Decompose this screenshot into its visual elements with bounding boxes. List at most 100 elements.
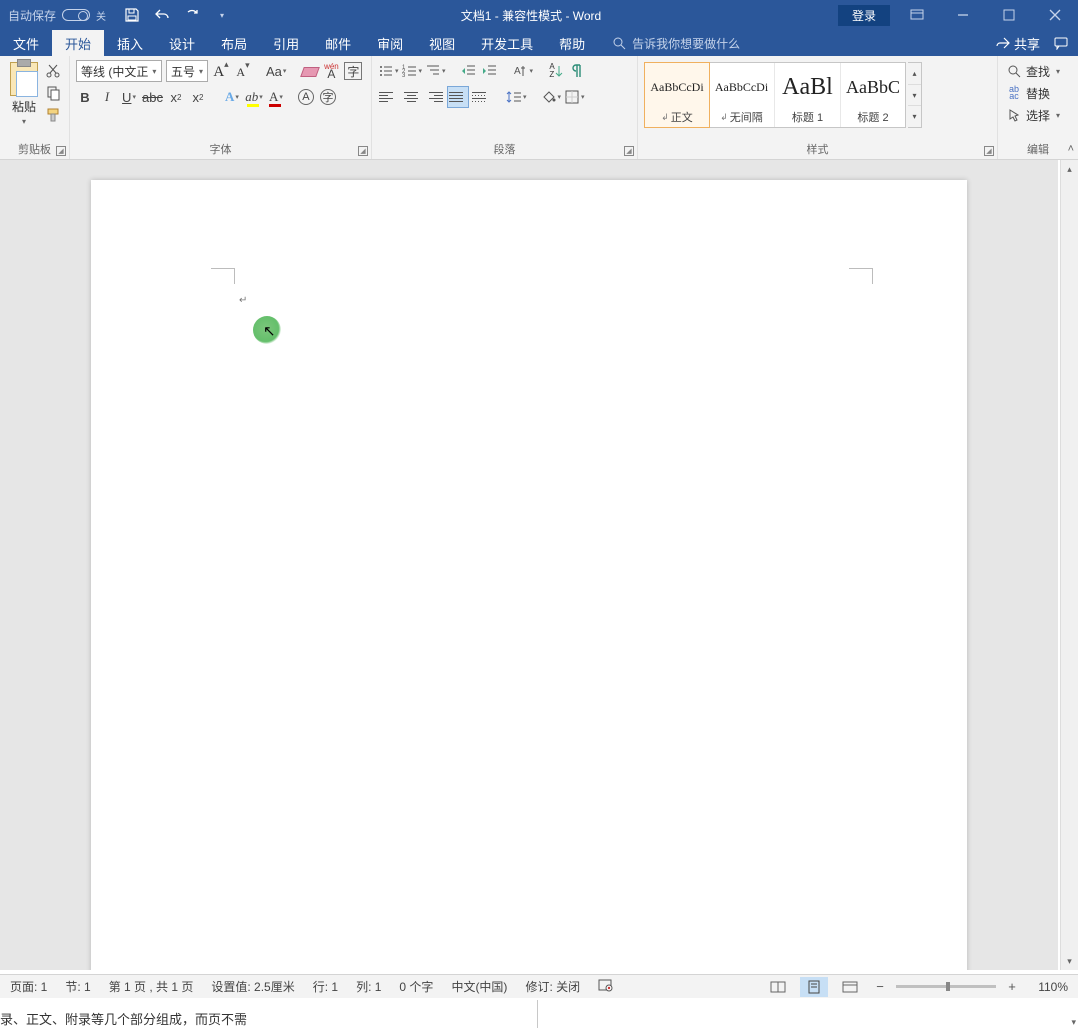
numbering-button[interactable]: 123▾	[402, 60, 423, 82]
status-page-of[interactable]: 第 1 页 , 共 1 页	[109, 978, 194, 995]
show-marks-button[interactable]	[568, 60, 586, 82]
styles-dialog-launcher-icon[interactable]: ◢	[984, 146, 994, 156]
increase-indent-button[interactable]	[481, 60, 499, 82]
share-button[interactable]: 共享	[996, 34, 1040, 53]
styles-gallery[interactable]: AaBbCcDi↲正文AaBbCcDi↲无间隔AaBl标题 1AaBbC标题 2	[644, 62, 906, 128]
close-icon[interactable]	[1032, 0, 1078, 30]
paragraph-dialog-launcher-icon[interactable]: ◢	[624, 146, 634, 156]
text-effects-button[interactable]: A▾	[223, 86, 241, 108]
zoom-in-button[interactable]: +	[1004, 979, 1020, 994]
format-painter-icon[interactable]	[44, 106, 62, 124]
font-dialog-launcher-icon[interactable]: ◢	[358, 146, 368, 156]
select-button[interactable]: 选择▾	[1006, 104, 1070, 126]
collapse-ribbon-icon[interactable]: ˄	[1068, 143, 1074, 155]
align-left-button[interactable]	[378, 86, 398, 108]
align-distribute-button[interactable]	[472, 86, 490, 108]
read-mode-button[interactable]	[764, 977, 792, 997]
zoom-out-button[interactable]: −	[872, 979, 888, 994]
tab-help[interactable]: 帮助	[546, 30, 598, 56]
style-card[interactable]: AaBl标题 1	[775, 63, 841, 127]
chevron-down-icon[interactable]: ▾	[199, 67, 203, 76]
subscript-button[interactable]: x2	[167, 86, 185, 108]
font-name-combo[interactable]: 等线 (中文正▾	[76, 60, 162, 82]
login-button[interactable]: 登录	[838, 5, 890, 26]
tab-layout[interactable]: 布局	[208, 30, 260, 56]
shading-button[interactable]: ▾	[541, 86, 562, 108]
tab-mailings[interactable]: 邮件	[312, 30, 364, 56]
paste-dropdown-icon[interactable]: ▾	[22, 117, 26, 126]
gallery-more-icon[interactable]: ▾	[908, 106, 921, 127]
grow-font-button[interactable]: A▴	[212, 60, 230, 82]
tab-review[interactable]: 审阅	[364, 30, 416, 56]
bullets-button[interactable]: ▾	[378, 60, 399, 82]
asian-layout-button[interactable]: A▾	[513, 60, 534, 82]
status-column[interactable]: 列: 1	[356, 978, 381, 995]
font-size-combo[interactable]: 五号▾	[166, 60, 208, 82]
replace-button[interactable]: abac 替换	[1006, 82, 1070, 104]
superscript-button[interactable]: x2	[189, 86, 207, 108]
highlight-button[interactable]: ab▾	[245, 86, 263, 108]
change-case-button[interactable]: Aa▾	[266, 60, 286, 82]
style-card[interactable]: AaBbCcDi↲正文	[644, 62, 710, 128]
cut-icon[interactable]	[44, 62, 62, 80]
minimize-icon[interactable]	[940, 0, 986, 30]
copy-icon[interactable]	[44, 84, 62, 102]
page[interactable]: ↵ ↖	[91, 180, 967, 970]
save-icon[interactable]	[124, 7, 140, 23]
line-spacing-button[interactable]: ▾	[506, 86, 527, 108]
status-language[interactable]: 中文(中国)	[451, 978, 507, 995]
maximize-icon[interactable]	[986, 0, 1032, 30]
autosave-toggle[interactable]: 自动保存 关	[0, 7, 114, 24]
vertical-scrollbar[interactable]: ▴ ▾	[1060, 160, 1078, 970]
gallery-down-icon[interactable]: ▾	[908, 85, 921, 107]
status-position[interactable]: 设置值: 2.5厘米	[211, 978, 294, 995]
tab-references[interactable]: 引用	[260, 30, 312, 56]
italic-button[interactable]: I	[98, 86, 116, 108]
gallery-up-icon[interactable]: ▴	[908, 63, 921, 85]
status-line[interactable]: 行: 1	[313, 978, 338, 995]
undo-icon[interactable]	[154, 7, 170, 23]
sort-button[interactable]: AZ	[547, 60, 565, 82]
align-justify-button[interactable]	[447, 86, 469, 108]
align-right-button[interactable]	[424, 86, 444, 108]
web-layout-button[interactable]	[836, 977, 864, 997]
zoom-slider[interactable]	[896, 985, 996, 988]
character-border-button[interactable]: 字	[344, 60, 362, 82]
panel-scroll-down-icon[interactable]: ▾	[1071, 1017, 1076, 1028]
bold-button[interactable]: B	[76, 86, 94, 108]
tab-home[interactable]: 开始	[52, 30, 104, 56]
multilevel-list-button[interactable]: ▾	[425, 60, 446, 82]
character-shading-button[interactable]: A	[297, 86, 315, 108]
document-area[interactable]: ↵ ↖	[0, 160, 1058, 970]
underline-button[interactable]: U▾	[120, 86, 138, 108]
panel-divider[interactable]	[537, 1000, 538, 1028]
scroll-down-icon[interactable]: ▾	[1061, 952, 1078, 970]
clear-formatting-button[interactable]	[300, 60, 318, 82]
font-color-button[interactable]: A▾	[267, 86, 285, 108]
style-card[interactable]: AaBbC标题 2	[841, 63, 905, 127]
paste-button[interactable]: 粘贴 ▾	[6, 60, 42, 126]
status-page[interactable]: 页面: 1	[10, 978, 47, 995]
tell-me-search[interactable]: 告诉我你想要做什么	[612, 35, 740, 52]
borders-button[interactable]: ▾	[564, 86, 585, 108]
status-track[interactable]: 修订: 关闭	[525, 978, 580, 995]
autosave-switch-icon[interactable]	[62, 9, 90, 21]
tab-insert[interactable]: 插入	[104, 30, 156, 56]
tab-view[interactable]: 视图	[416, 30, 468, 56]
align-center-button[interactable]	[401, 86, 421, 108]
print-layout-button[interactable]	[800, 977, 828, 997]
status-words[interactable]: 0 个字	[399, 978, 433, 995]
clipboard-dialog-launcher-icon[interactable]: ◢	[56, 146, 66, 156]
scroll-up-icon[interactable]: ▴	[1061, 160, 1078, 178]
chevron-down-icon[interactable]: ▾	[152, 67, 156, 76]
tab-design[interactable]: 设计	[156, 30, 208, 56]
decrease-indent-button[interactable]	[460, 60, 478, 82]
macro-record-icon[interactable]	[598, 978, 614, 995]
comments-icon[interactable]	[1054, 36, 1068, 50]
tab-file[interactable]: 文件	[0, 30, 52, 56]
strikethrough-button[interactable]: abc	[142, 86, 163, 108]
find-button[interactable]: 查找▾	[1006, 60, 1070, 82]
tab-developer[interactable]: 开发工具	[468, 30, 546, 56]
zoom-level[interactable]: 110%	[1028, 980, 1068, 994]
redo-icon[interactable]	[184, 7, 200, 23]
